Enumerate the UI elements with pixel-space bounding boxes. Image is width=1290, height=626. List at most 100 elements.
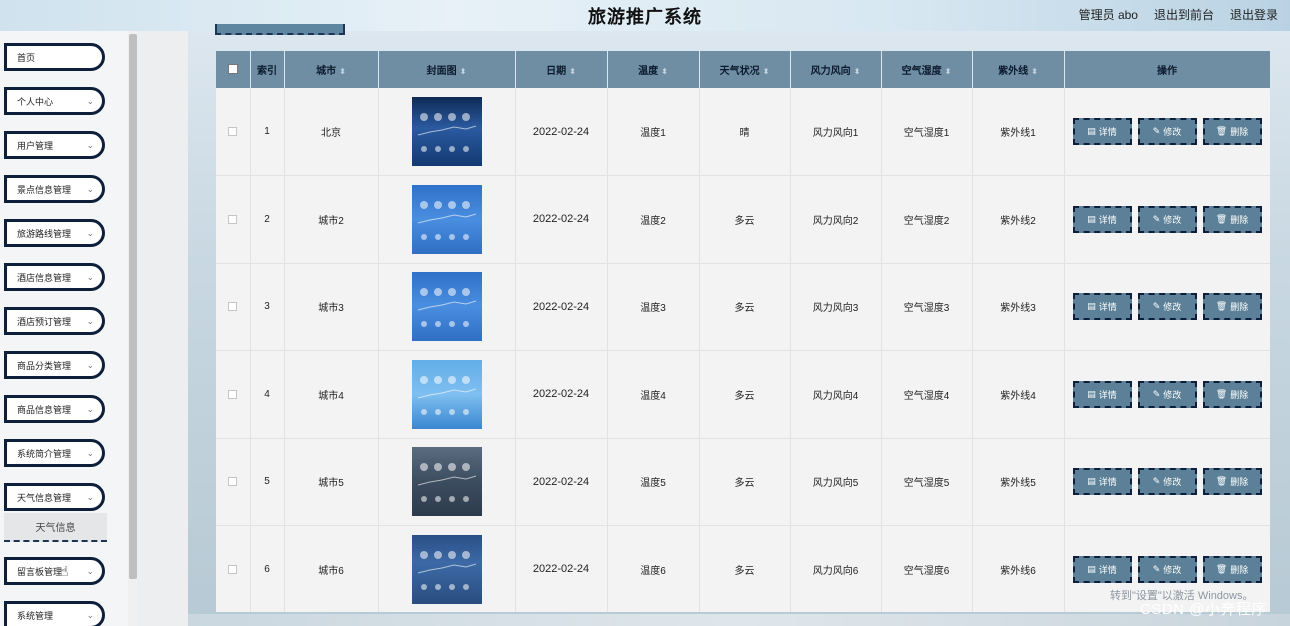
edit-button[interactable]: ✎ 修改 [1137, 380, 1197, 408]
sort-icon[interactable]: ⬍ [1031, 67, 1038, 76]
cell-temp: 温度4 [607, 350, 700, 439]
delete-button[interactable]: 🗑 删除 [1202, 293, 1262, 321]
cell-wind: 风力风向6 [790, 525, 882, 612]
col-date-label: 日期 [546, 66, 567, 77]
col-humidity[interactable]: 空气湿度 ⬍ [881, 51, 973, 88]
row-select-cell[interactable] [216, 175, 251, 264]
sidebar-item-label: 酒店信息管理 [17, 272, 72, 283]
row-actions: ▤ 详情 ✎ 修改 🗑 删除 [1065, 293, 1270, 321]
pencil-icon: ✎ [1152, 301, 1161, 312]
col-date[interactable]: 日期 ⬍ [515, 51, 608, 88]
sort-icon[interactable]: ⬍ [460, 67, 467, 76]
col-weather[interactable]: 天气状况 ⬍ [699, 51, 791, 88]
sidebar-item-1[interactable]: 个人中心 ⌄ [4, 87, 105, 115]
sidebar-item-12[interactable]: 系统管理 ⌄ [4, 601, 105, 626]
col-cover-label: 封面图 [426, 66, 457, 77]
cell-uv: 紫外线4 [972, 350, 1065, 439]
weather-forecast-gray-icon[interactable] [411, 447, 482, 517]
chevron-down-icon: ⌄ [86, 403, 94, 414]
detail-label: 详情 [1098, 564, 1117, 575]
sidebar-scrollbar-thumb[interactable] [129, 34, 137, 579]
row-select-cell[interactable] [216, 263, 251, 351]
edit-button[interactable]: ✎ 修改 [1137, 555, 1197, 583]
detail-button[interactable]: ▤ 详情 [1072, 205, 1132, 233]
col-cover[interactable]: 封面图 ⬍ [378, 51, 516, 88]
col-uv[interactable]: 紫外线 ⬍ [972, 51, 1065, 88]
sidebar-item-5[interactable]: 酒店信息管理 ⌄ [4, 263, 105, 291]
row-checkbox[interactable] [228, 564, 238, 574]
sort-icon[interactable]: ⬍ [854, 67, 861, 76]
sidebar-item-2[interactable]: 用户管理 ⌄ [4, 131, 105, 159]
row-select-cell[interactable] [216, 438, 251, 526]
delete-label: 删除 [1230, 389, 1249, 400]
sidebar-item-6[interactable]: 酒店预订管理 ⌄ [4, 307, 105, 335]
delete-button[interactable]: 🗑 删除 [1202, 555, 1262, 583]
delete-button[interactable]: 🗑 删除 [1202, 118, 1262, 145]
sort-icon[interactable]: ⬍ [339, 67, 346, 76]
cell-cover [378, 175, 516, 264]
chevron-down-icon: ⌄ [86, 609, 94, 620]
weather-forecast-light-icon[interactable] [411, 359, 482, 429]
col-wind[interactable]: 风力风向 ⬍ [790, 51, 882, 88]
row-checkbox[interactable] [228, 302, 238, 312]
delete-button[interactable]: 🗑 删除 [1202, 468, 1262, 496]
weather-forecast-blue-icon[interactable] [411, 184, 482, 254]
select-all-checkbox[interactable] [227, 64, 238, 75]
cell-wind: 风力风向1 [790, 88, 882, 176]
table-row[interactable]: 1 北京 2022-02-24 温度1 晴风力风向1 空气湿度1 紫外线1 ▤ 详情 ✎ 修改 🗑 删除 [216, 88, 1270, 176]
cell-actions: ▤ 详情 ✎ 修改 🗑 删除 [1064, 263, 1270, 351]
weather-forecast-blue-icon[interactable] [411, 272, 482, 342]
table-row[interactable]: 4 城市4 2022-02-24 温度4 多云 风力风向4 空气湿度4 紫外线4 ▤ 详情 ✎ 修改 🗑… [216, 350, 1270, 439]
row-checkbox[interactable] [228, 477, 238, 487]
detail-button[interactable]: ▤ 详情 [1072, 293, 1132, 321]
sidebar-item-11[interactable]: 留言板管理 ⌄ [4, 557, 105, 585]
exit-to-front-link[interactable]: 退出到前台 [1154, 6, 1214, 23]
table-row[interactable]: 2 城市2 2022-02-24 温度2 多云 风力风向2 空气湿度2 紫外线2 ▤ 详情 ✎ 修改 🗑… [216, 175, 1270, 264]
sidebar-item-10[interactable]: 天气信息管理 ⌄ [4, 483, 105, 511]
edit-label: 修改 [1163, 214, 1182, 225]
row-select-cell[interactable] [216, 88, 251, 176]
chevron-down-icon: ⌄ [86, 271, 94, 282]
detail-button[interactable]: ▤ 详情 [1072, 555, 1132, 583]
sidebar-item-4[interactable]: 旅游路线管理 ⌄ [4, 219, 105, 247]
sort-icon[interactable]: ⬍ [661, 67, 668, 76]
select-all-cell[interactable] [216, 51, 251, 88]
weather-app-dark-icon[interactable] [411, 97, 482, 166]
sort-icon[interactable]: ⬍ [569, 67, 576, 76]
edit-button[interactable]: ✎ 修改 [1137, 293, 1197, 321]
cell-date: 2022-02-24 [515, 263, 608, 351]
row-select-cell[interactable] [216, 350, 251, 439]
detail-button[interactable]: ▤ 详情 [1072, 118, 1132, 145]
sidebar-item-0[interactable]: 首页 [4, 43, 105, 71]
cell-humidity: 空气湿度3 [881, 263, 973, 351]
sort-icon[interactable]: ⬍ [763, 67, 770, 76]
sidebar-item-9[interactable]: 系统简介管理 ⌄ [4, 439, 105, 467]
col-temp[interactable]: 温度 ⬍ [607, 51, 700, 88]
sidebar-item-7[interactable]: 商品分类管理 ⌄ [4, 351, 105, 379]
table-row[interactable]: 5 城市5 2022-02-24 温度5 多云 风力风向5 空气湿度5 紫外线5 ▤ 详情 ✎ 修改 🗑… [216, 438, 1270, 526]
edit-button[interactable]: ✎ 修改 [1137, 118, 1197, 145]
detail-button[interactable]: ▤ 详情 [1072, 380, 1132, 408]
cell-uv: 紫外线2 [972, 175, 1065, 264]
delete-button[interactable]: 🗑 删除 [1202, 205, 1262, 233]
detail-button[interactable]: ▤ 详情 [1072, 468, 1132, 496]
cell-city: 北京 [284, 88, 379, 176]
row-select-cell[interactable] [216, 525, 251, 612]
sidebar-item-8[interactable]: 商品信息管理 ⌄ [4, 395, 105, 423]
submenu-item-weather-info[interactable]: 天气信息 [4, 513, 107, 542]
edit-button[interactable]: ✎ 修改 [1137, 468, 1197, 496]
edit-button[interactable]: ✎ 修改 [1137, 205, 1197, 233]
sort-icon[interactable]: ⬍ [945, 67, 952, 76]
delete-button[interactable]: 🗑 删除 [1202, 380, 1262, 408]
col-uv-label: 紫外线 [998, 66, 1029, 77]
cell-uv: 紫外线6 [972, 525, 1065, 612]
sidebar-item-3[interactable]: 景点信息管理 ⌄ [4, 175, 105, 203]
row-checkbox[interactable] [228, 126, 238, 136]
logout-link[interactable]: 退出登录 [1230, 6, 1278, 23]
col-city[interactable]: 城市 ⬍ [284, 51, 379, 88]
row-checkbox[interactable] [228, 389, 238, 399]
row-checkbox[interactable] [228, 214, 238, 224]
document-icon: ▤ [1087, 388, 1096, 399]
table-row[interactable]: 3 城市3 2022-02-24 温度3 多云 风力风向3 空气湿度3 紫外线3 ▤ 详情 ✎ 修改 🗑… [216, 263, 1270, 351]
weather-forecast-navy-icon[interactable] [411, 534, 482, 604]
